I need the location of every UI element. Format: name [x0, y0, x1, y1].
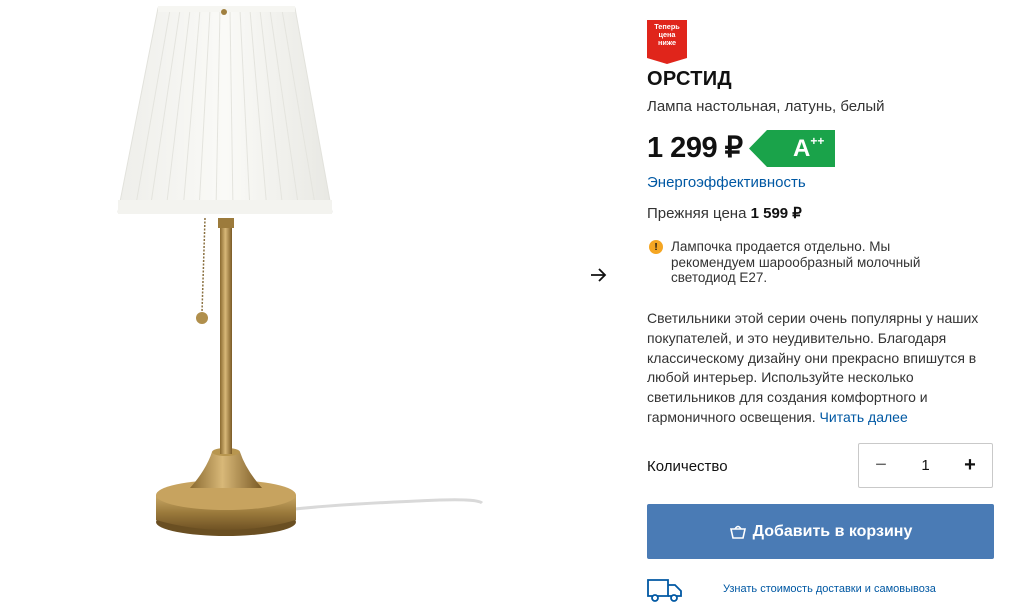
energy-grade-letter: A	[793, 135, 811, 162]
add-to-cart-label: Добавить в корзину	[752, 522, 913, 540]
energy-label-badge[interactable]: A++	[749, 130, 835, 167]
notice-text: Лампочка продается отдельно. Мы рекоменд…	[671, 239, 921, 285]
shopping-bag-icon	[729, 523, 747, 540]
quantity-label: Количество	[647, 458, 728, 475]
read-more-link[interactable]: Читать далее	[820, 409, 908, 425]
product-price: 1 299 ₽	[647, 132, 743, 164]
old-price-label: Прежняя цена	[647, 205, 747, 222]
quantity-input[interactable]: 1	[904, 444, 947, 487]
energy-grade-suffix: ++	[810, 134, 825, 148]
old-price-value: 1 599 ₽	[750, 205, 802, 222]
arrow-right-icon	[591, 268, 607, 282]
energy-efficiency-link[interactable]: Энергоэффективность	[647, 174, 806, 191]
energy-grade: A++	[793, 134, 825, 163]
product-details: Светильники этой серии очень популярны у…	[647, 309, 995, 428]
product-name: ОРСТИД	[647, 68, 732, 90]
next-image-button[interactable]	[586, 262, 612, 288]
warning-icon: !	[649, 240, 663, 254]
truck-icon	[647, 577, 683, 608]
quantity-decrease-button[interactable]: −	[861, 444, 901, 487]
quantity-increase-button[interactable]: +	[950, 444, 990, 487]
price-drop-badge: Теперь цена ниже	[647, 20, 687, 64]
old-price: Прежняя цена 1 599 ₽	[647, 204, 802, 222]
details-text: Светильники этой серии очень популярны у…	[647, 310, 979, 425]
product-image	[117, 6, 484, 536]
product-image-area	[0, 0, 580, 613]
quantity-stepper: − 1 +	[858, 443, 993, 488]
delivery-cost-link[interactable]: Узнать стоимость доставки и самовывоза	[723, 583, 936, 595]
product-description: Лампа настольная, латунь, белый	[647, 98, 885, 115]
add-to-cart-button[interactable]: Добавить в корзину	[647, 504, 994, 559]
badge-line: ниже	[657, 38, 677, 47]
